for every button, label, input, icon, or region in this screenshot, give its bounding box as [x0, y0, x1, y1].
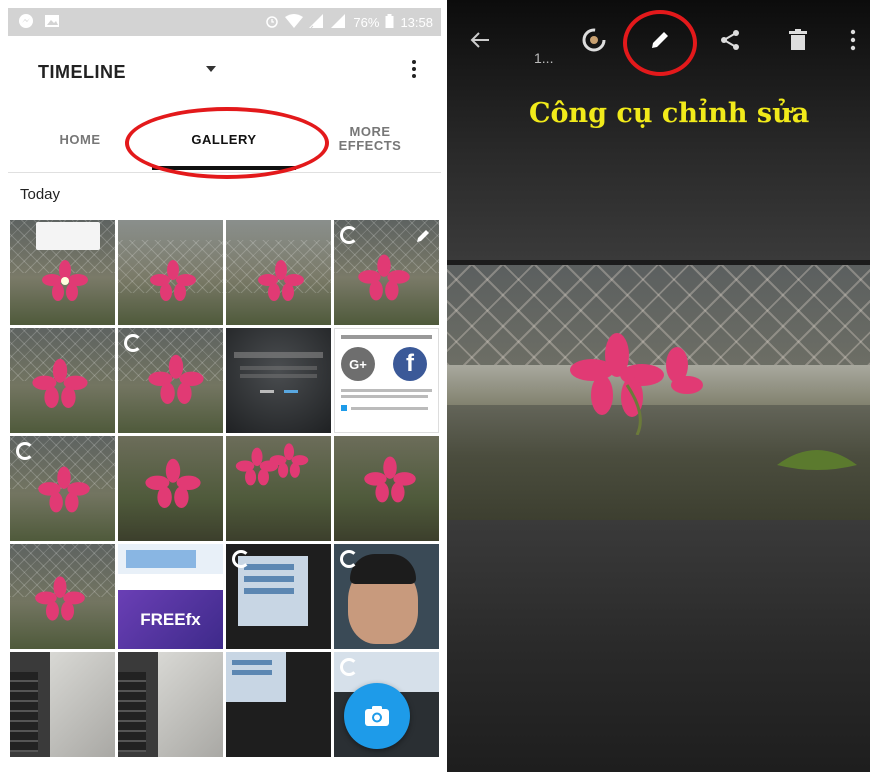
swirl-icon [340, 550, 358, 568]
swirl-effect-icon[interactable] [579, 20, 609, 60]
signal-icon-2 [331, 13, 347, 31]
photo-thumbnail[interactable] [226, 220, 331, 325]
photo-thumbnail[interactable] [118, 328, 223, 433]
photo-thumbnail[interactable] [334, 220, 439, 325]
wifi-icon [285, 13, 304, 31]
highlight-circle [623, 10, 697, 76]
keyboard-thumbnail[interactable] [118, 652, 223, 757]
full-photo[interactable] [447, 265, 870, 520]
delete-icon[interactable] [783, 20, 813, 60]
camera-icon [365, 706, 389, 726]
google-plus-icon: G+ [341, 347, 375, 381]
back-arrow-icon[interactable] [465, 20, 495, 60]
camera-button[interactable] [344, 683, 410, 749]
screen-photo-thumbnail[interactable] [226, 544, 331, 649]
flower-image [570, 333, 703, 435]
thumb-heading [341, 335, 432, 339]
page-title: TIMELINE [38, 62, 126, 82]
popup-menu-thumb [36, 222, 100, 250]
freefx-thumbnail[interactable]: FREEfx [118, 544, 223, 649]
swirl-icon [232, 550, 250, 568]
pencil-icon [417, 230, 429, 242]
photo-viewer: 1... Công cụ chỉnh sửa [447, 0, 870, 772]
edit-tools-caption: Công cụ chỉnh sửa [529, 98, 810, 129]
swirl-icon [16, 442, 34, 460]
clock-time: 13:58 [400, 14, 433, 30]
more-options-icon[interactable] [411, 58, 417, 82]
screen-photo-thumbnail[interactable] [226, 652, 331, 757]
photo-thumbnail[interactable] [10, 220, 115, 325]
photo-thumbnail[interactable] [10, 436, 115, 541]
photo-counter: 1... [534, 50, 554, 66]
keyboard-thumbnail[interactable] [10, 652, 115, 757]
status-bar: 76% 13:58 [8, 8, 441, 36]
swirl-icon [124, 334, 142, 352]
share-icon[interactable] [715, 20, 745, 60]
photo-thumbnail[interactable] [118, 436, 223, 541]
tab-more-effects-label: MORE EFFECTS [338, 124, 402, 153]
leaf-image [777, 450, 857, 470]
swirl-icon [340, 658, 358, 676]
swirl-icon [340, 226, 358, 244]
viewer-bottom-area [447, 520, 870, 772]
freefx-banner: FREEfx [118, 590, 223, 649]
photo-thumbnail[interactable] [118, 220, 223, 325]
battery-icon [385, 13, 394, 31]
signal-icon [309, 13, 325, 31]
highlight-ellipse [125, 107, 329, 179]
connect-social-thumbnail[interactable]: G+ f [334, 328, 439, 433]
chevron-down-icon[interactable] [206, 66, 216, 72]
gallery-screen: 76% 13:58 TIMELINE HOME GALLERY MORE EFF… [0, 0, 441, 772]
more-options-icon[interactable] [845, 20, 861, 60]
selfie-thumbnail[interactable] [334, 544, 439, 649]
battery-level: 76% [353, 14, 380, 30]
live-shots-thumbnail[interactable] [226, 328, 331, 433]
photo-thumbnail[interactable] [334, 436, 439, 541]
image-icon [44, 13, 60, 34]
alarm-icon [265, 14, 279, 31]
app-toolbar: TIMELINE [8, 36, 441, 106]
messenger-icon [18, 13, 34, 34]
photo-thumbnail[interactable] [10, 544, 115, 649]
facebook-icon: f [393, 347, 427, 381]
photo-thumbnail[interactable] [10, 328, 115, 433]
photo-thumbnail[interactable] [226, 436, 331, 541]
section-header-today: Today [20, 186, 61, 203]
